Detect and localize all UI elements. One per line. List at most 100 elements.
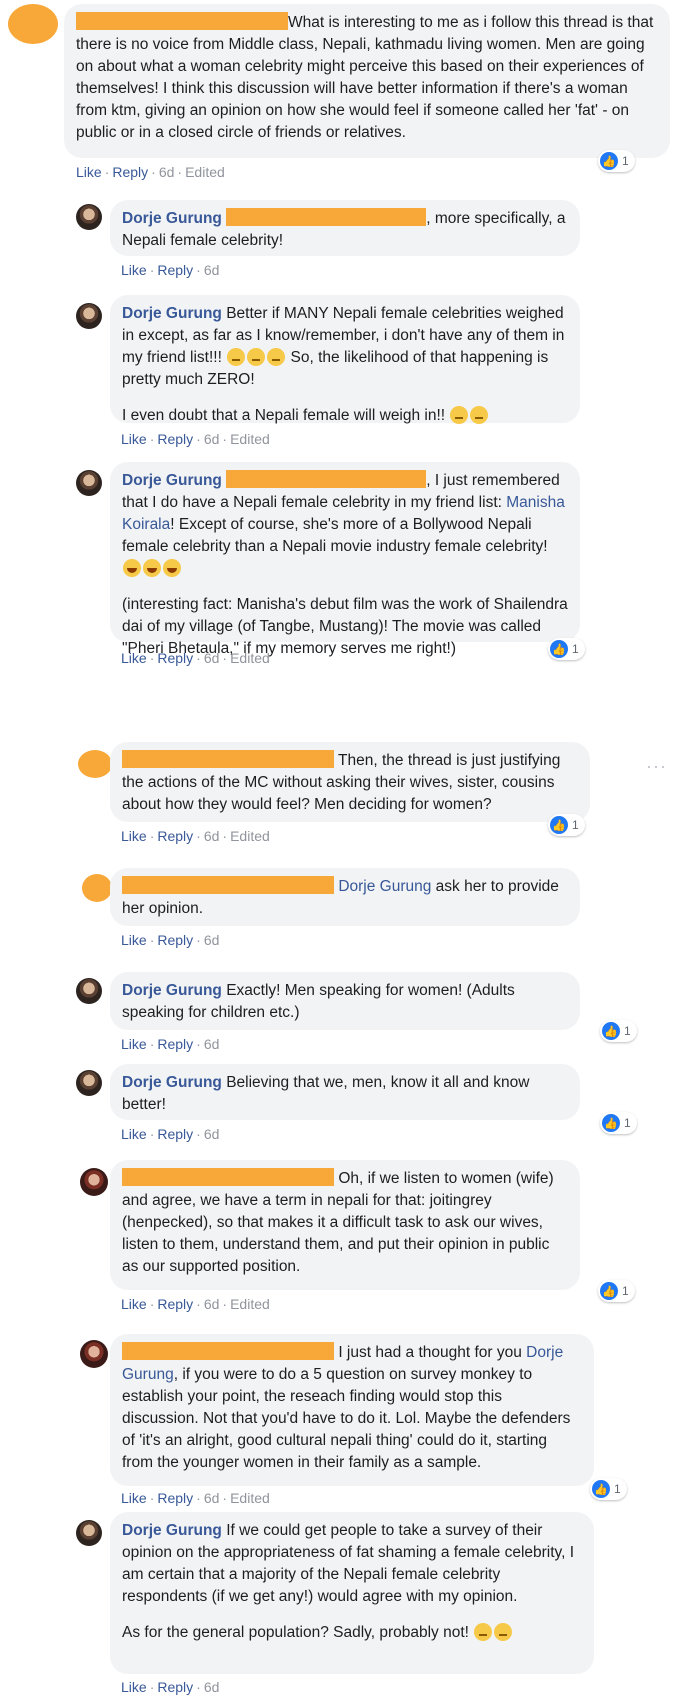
reply-link[interactable]: Reply [157,1126,193,1142]
laughing-emoji-icon [123,559,141,577]
author-name[interactable]: Dorje Gurung [122,1522,222,1539]
laughing-emoji-icon [163,559,181,577]
reaction-count[interactable]: 👍 1 [600,1112,637,1134]
like-link[interactable]: Like [121,1490,147,1506]
comment-bubble: What is interesting to me as i follow th… [64,4,670,158]
avatar[interactable] [76,1070,102,1096]
like-reaction-icon: 👍 [602,1114,620,1132]
like-link[interactable]: Like [121,932,147,948]
reply-link[interactable]: Reply [157,932,193,948]
comment-text: ! Except of course, she's more of a Boll… [122,516,548,555]
like-reaction-icon: 👍 [600,152,618,170]
timestamp[interactable]: 6d [204,431,220,447]
redacted-name [226,208,427,226]
comment-actions: Like · Reply · 6d · Edited [76,164,225,180]
avatar[interactable] [76,1520,102,1546]
like-link[interactable]: Like [121,1296,147,1312]
timestamp[interactable]: 6d [204,262,220,278]
reply-link[interactable]: Reply [157,1490,193,1506]
comment-text: I even doubt that a Nepali female will w… [122,407,446,424]
timestamp[interactable]: 6d [204,1679,220,1695]
author-name[interactable]: Dorje Gurung [122,472,222,489]
reply-link[interactable]: Reply [157,650,193,666]
timestamp[interactable]: 6d [204,650,220,666]
timestamp[interactable]: 6d [204,1490,220,1506]
comment-text: , if you were to do a 5 question on surv… [122,1366,571,1471]
reaction-count[interactable]: 👍 1 [598,150,635,172]
comment-bubble: Then, the thread is just justifying the … [110,742,590,822]
disappointed-emoji-icon [267,348,286,366]
edited-label[interactable]: Edited [230,431,270,447]
disappointed-emoji-icon [474,1623,493,1641]
like-link[interactable]: Like [121,431,147,447]
comment-bubble: Dorje Gurung Believing that we, men, kno… [110,1064,580,1120]
avatar[interactable] [8,4,58,44]
reply-link[interactable]: Reply [157,828,193,844]
comment-actions: Like · Reply · 6d · Edited [121,650,270,666]
reaction-count[interactable]: 👍 1 [600,1020,637,1042]
laughing-emoji-icon [143,559,161,577]
redacted-name [122,876,334,894]
like-reaction-icon: 👍 [592,1480,610,1498]
like-link[interactable]: Like [121,650,147,666]
like-link[interactable]: Like [121,1126,147,1142]
avatar[interactable] [78,750,112,778]
comment-text: I just had a thought for you [338,1344,522,1361]
disappointed-emoji-icon [450,406,469,424]
edited-label[interactable]: Edited [230,1296,270,1312]
mention-link[interactable]: Dorje Gurung [338,878,431,895]
reply-link[interactable]: Reply [157,431,193,447]
comment-actions: Like · Reply · 6d · Edited [121,1490,270,1506]
like-link[interactable]: Like [121,1679,147,1695]
like-link[interactable]: Like [121,828,147,844]
comment-bubble: Dorje Gurung ask her to provide her opin… [110,868,580,926]
avatar[interactable] [82,874,112,902]
edited-label[interactable]: Edited [185,164,225,180]
more-options-icon[interactable]: ··· [646,756,667,777]
disappointed-emoji-icon [470,406,489,424]
reply-link[interactable]: Reply [112,164,148,180]
comment-text: (interesting fact: Manisha's debut film … [122,596,568,657]
comment-bubble: Dorje Gurung , more specifically, a Nepa… [110,200,580,256]
edited-label[interactable]: Edited [230,1490,270,1506]
comment-thread: What is interesting to me as i follow th… [0,0,691,1700]
like-link[interactable]: Like [121,1036,147,1052]
timestamp[interactable]: 6d [204,932,220,948]
timestamp[interactable]: 6d [159,164,175,180]
redacted-name [76,12,288,30]
reply-link[interactable]: Reply [157,262,193,278]
edited-label[interactable]: Edited [230,650,270,666]
author-name[interactable]: Dorje Gurung [122,305,222,322]
comment-text: What is interesting to me as i follow th… [76,14,654,141]
like-link[interactable]: Like [121,262,147,278]
reply-link[interactable]: Reply [157,1296,193,1312]
avatar[interactable] [76,204,102,230]
author-name[interactable]: Dorje Gurung [122,982,222,999]
reply-link[interactable]: Reply [157,1036,193,1052]
author-name[interactable]: Dorje Gurung [122,210,222,227]
redacted-name [122,1168,334,1186]
avatar[interactable] [76,470,102,496]
reaction-count[interactable]: 👍 1 [548,814,585,836]
timestamp[interactable]: 6d [204,1296,220,1312]
comment-actions: Like · Reply · 6d · Edited [121,431,270,447]
reply-link[interactable]: Reply [157,1679,193,1695]
edited-label[interactable]: Edited [230,828,270,844]
like-link[interactable]: Like [76,164,102,180]
disappointed-emoji-icon [227,348,246,366]
timestamp[interactable]: 6d [204,1036,220,1052]
avatar[interactable] [76,303,102,329]
comment-bubble: Dorje Gurung If we could get people to t… [110,1512,594,1674]
like-reaction-icon: 👍 [550,816,568,834]
reaction-count[interactable]: 👍 1 [548,638,585,660]
avatar[interactable] [80,1340,108,1368]
timestamp[interactable]: 6d [204,828,220,844]
timestamp[interactable]: 6d [204,1126,220,1142]
like-reaction-icon: 👍 [550,640,568,658]
avatar[interactable] [76,978,102,1004]
avatar[interactable] [80,1168,108,1196]
comment-actions: Like · Reply · 6d · Edited [121,1296,270,1312]
author-name[interactable]: Dorje Gurung [122,1074,222,1091]
reaction-count[interactable]: 👍 1 [590,1478,627,1500]
reaction-count[interactable]: 👍 1 [598,1280,635,1302]
